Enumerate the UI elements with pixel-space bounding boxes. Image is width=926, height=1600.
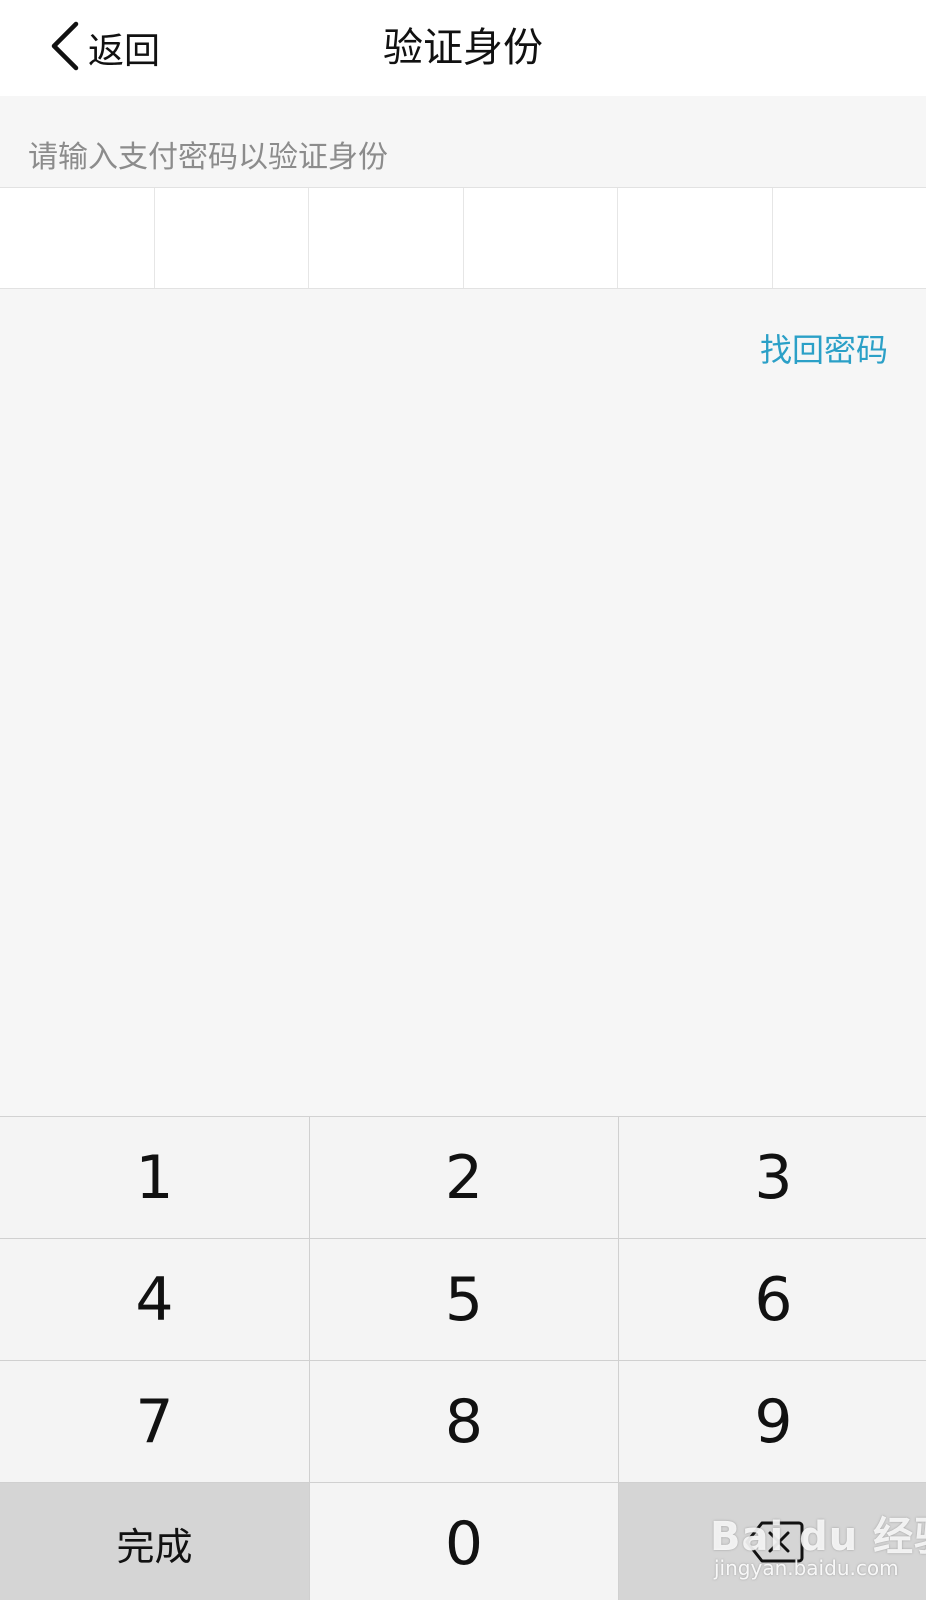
key-1[interactable]: 1 (0, 1117, 309, 1238)
backspace-icon (744, 1509, 804, 1579)
pin-digit-box[interactable] (309, 188, 464, 288)
verify-identity-screen: 返回 验证身份 请输入支付密码以验证身份 找回密码 1 2 3 4 5 6 7 … (0, 0, 926, 1600)
pin-digit-box[interactable] (773, 188, 926, 288)
numeric-keypad: 1 2 3 4 5 6 7 8 9 完成 0 (0, 1116, 926, 1600)
key-3[interactable]: 3 (619, 1117, 926, 1238)
key-9[interactable]: 9 (619, 1361, 926, 1482)
navigation-bar: 返回 验证身份 (0, 0, 926, 96)
key-5[interactable]: 5 (310, 1239, 618, 1360)
back-label: 返回 (88, 31, 161, 72)
key-4[interactable]: 4 (0, 1239, 309, 1360)
pin-digit-box[interactable] (0, 188, 155, 288)
chevron-left-icon (48, 20, 82, 76)
back-button[interactable]: 返回 (48, 18, 160, 78)
forgot-password-link[interactable]: 找回密码 (760, 325, 888, 371)
key-7[interactable]: 7 (0, 1361, 309, 1482)
key-8[interactable]: 8 (310, 1361, 618, 1482)
delete-button[interactable] (619, 1483, 926, 1600)
password-prompt: 请输入支付密码以验证身份 (28, 140, 388, 175)
pin-digit-box[interactable] (464, 188, 618, 288)
key-2[interactable]: 2 (310, 1117, 618, 1238)
done-button[interactable]: 完成 (0, 1483, 309, 1600)
key-0[interactable]: 0 (310, 1483, 618, 1600)
pin-input[interactable] (0, 187, 926, 289)
key-6[interactable]: 6 (619, 1239, 926, 1360)
pin-digit-box[interactable] (618, 188, 773, 288)
pin-digit-box[interactable] (155, 188, 309, 288)
